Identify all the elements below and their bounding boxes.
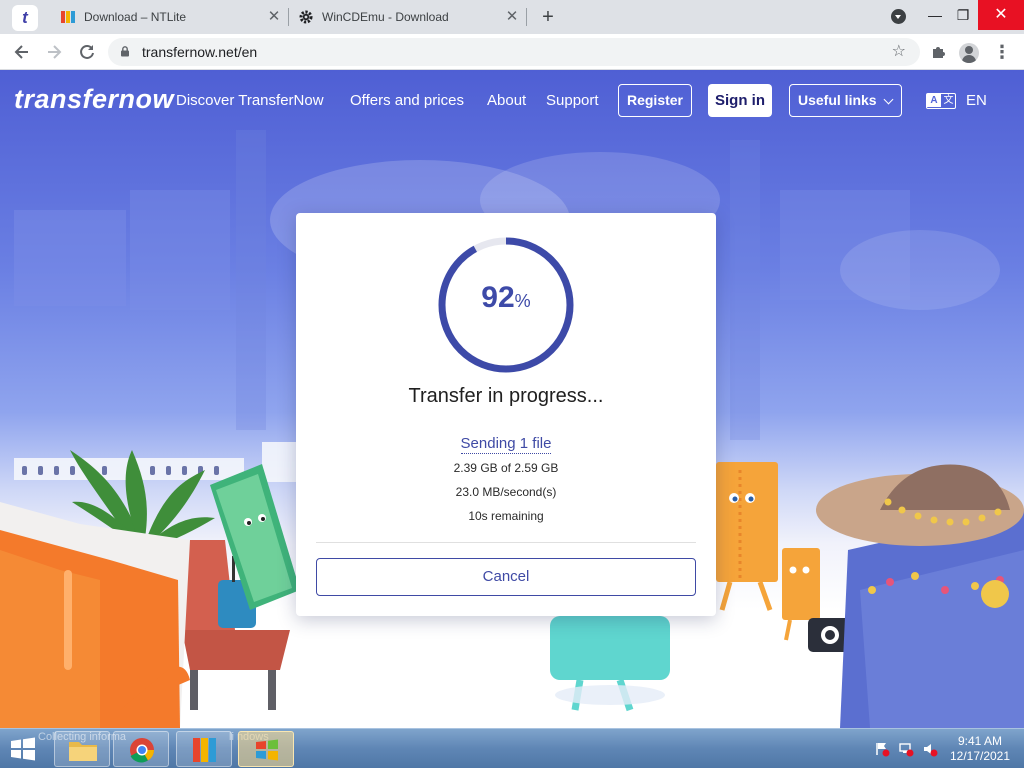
transfernow-page: transfernow Discover TransferNow Offers … — [0, 70, 1024, 728]
tab-title: Download – NTLite — [84, 10, 187, 24]
cancel-button[interactable]: Cancel — [316, 558, 696, 596]
sign-in-button[interactable]: Sign in — [708, 84, 772, 117]
restore-button[interactable]: ❐ — [943, 0, 983, 30]
browser-tab-strip: t Download – NTLite ✕ WinCDEmu - Downloa… — [0, 0, 1024, 34]
modal-divider — [316, 542, 696, 543]
progress-percent: 92% — [434, 281, 578, 315]
clock-time: 9:41 AM — [957, 734, 1003, 748]
transfer-title: Transfer in progress... — [408, 385, 604, 407]
start-windows-icon[interactable] — [6, 733, 40, 765]
network-icon[interactable] — [898, 741, 914, 757]
ntlite-icon — [193, 738, 216, 762]
menu-kebab-icon[interactable]: ⋮ — [989, 39, 1015, 65]
language-code[interactable]: EN — [966, 92, 987, 109]
percent-sign: % — [514, 291, 531, 311]
register-button[interactable]: Register — [618, 84, 692, 117]
taskbar-chrome[interactable] — [113, 731, 169, 767]
action-center-flag-icon[interactable] — [874, 741, 890, 757]
tab-title: WinCDEmu - Download — [322, 10, 449, 24]
tab-transfernow[interactable]: t — [12, 5, 38, 31]
profile-avatar-icon[interactable] — [959, 43, 979, 63]
tab-divider — [526, 8, 527, 26]
back-arrow-icon[interactable] — [9, 39, 35, 65]
useful-links-dropdown[interactable]: Useful links — [789, 84, 902, 117]
close-icon[interactable]: ✕ — [266, 9, 282, 25]
forward-arrow-icon[interactable] — [41, 39, 67, 65]
progress-value: 92 — [481, 281, 515, 314]
url-text: transfernow.net/en — [142, 44, 258, 60]
ntlite-icon — [61, 11, 75, 23]
transfer-speed: 23.0 MB/second(s) — [455, 485, 557, 499]
address-bar[interactable]: transfernow.net/en ☆ — [108, 38, 920, 66]
language-translate-icon[interactable]: A 文 — [926, 93, 956, 109]
transfer-size: 2.39 GB of 2.59 GB — [453, 461, 559, 475]
nav-link-discover[interactable]: Discover TransferNow — [176, 92, 324, 109]
chevron-down-icon — [883, 94, 894, 105]
tab-search-icon[interactable] — [891, 9, 906, 24]
bookmark-star-icon[interactable]: ☆ — [892, 38, 906, 66]
screen: t Download – NTLite ✕ WinCDEmu - Downloa… — [0, 0, 1024, 768]
extensions-puzzle-icon[interactable] — [925, 39, 951, 65]
close-window-button[interactable]: ✕ — [978, 0, 1024, 30]
new-tab-button[interactable]: + — [537, 6, 559, 28]
useful-links-label: Useful links — [798, 92, 877, 108]
sending-files-link[interactable]: Sending 1 file — [296, 435, 716, 454]
clock-date: 12/17/2021 — [949, 749, 1011, 763]
tab-divider — [288, 8, 289, 26]
transfer-remaining: 10s remaining — [468, 509, 544, 523]
taskbar-ntlite[interactable] — [176, 731, 232, 767]
reload-icon[interactable] — [74, 39, 100, 65]
windows-taskbar: Collecting informa li ndows — [0, 728, 1024, 768]
nav-link-about[interactable]: About — [487, 92, 526, 109]
taskbar-windows-setup[interactable] — [238, 731, 294, 767]
browser-toolbar: transfernow.net/en ☆ ⋮ — [0, 34, 1024, 70]
tab-wincdemu[interactable]: WinCDEmu - Download ✕ — [298, 0, 520, 34]
gear-icon — [299, 10, 313, 24]
transfernow-t-icon: t — [22, 8, 28, 27]
tab-ntlite[interactable]: Download – NTLite ✕ — [60, 0, 282, 34]
volume-muted-icon[interactable] — [922, 741, 938, 757]
close-icon[interactable]: ✕ — [504, 9, 520, 25]
system-clock[interactable]: 9:41 AM 12/17/2021 — [948, 734, 1012, 764]
transfernow-logo[interactable]: transfernow — [14, 84, 174, 115]
taskbar-explorer[interactable] — [54, 731, 110, 767]
transfer-progress-modal: 92% Transfer in progress... Sending 1 fi… — [296, 213, 716, 616]
nav-link-support[interactable]: Support — [546, 92, 599, 109]
windows-logo-icon — [256, 739, 278, 761]
folder-icon — [69, 742, 97, 761]
nav-link-offers[interactable]: Offers and prices — [350, 92, 464, 109]
sending-files-label: Sending 1 file — [460, 435, 552, 454]
chrome-icon — [130, 738, 154, 763]
lock-icon — [121, 46, 129, 57]
